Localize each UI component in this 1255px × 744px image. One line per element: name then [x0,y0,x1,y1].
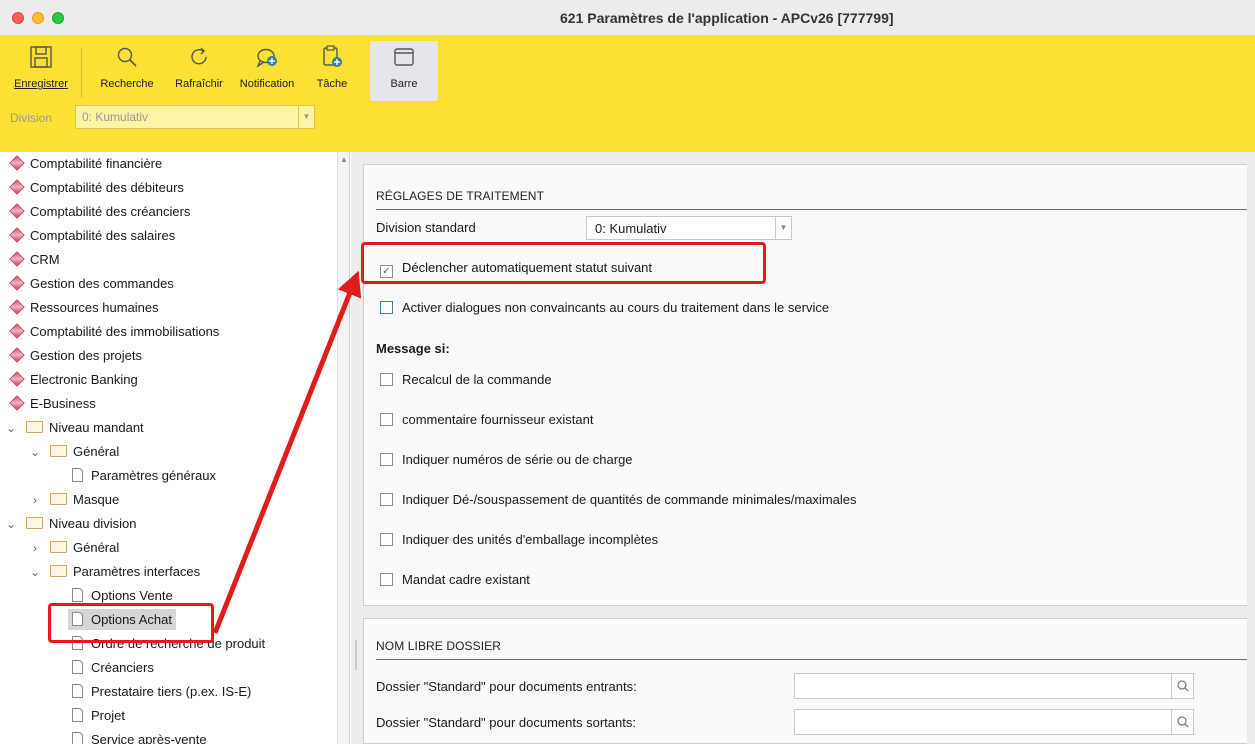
annotation-arrow [212,270,362,634]
